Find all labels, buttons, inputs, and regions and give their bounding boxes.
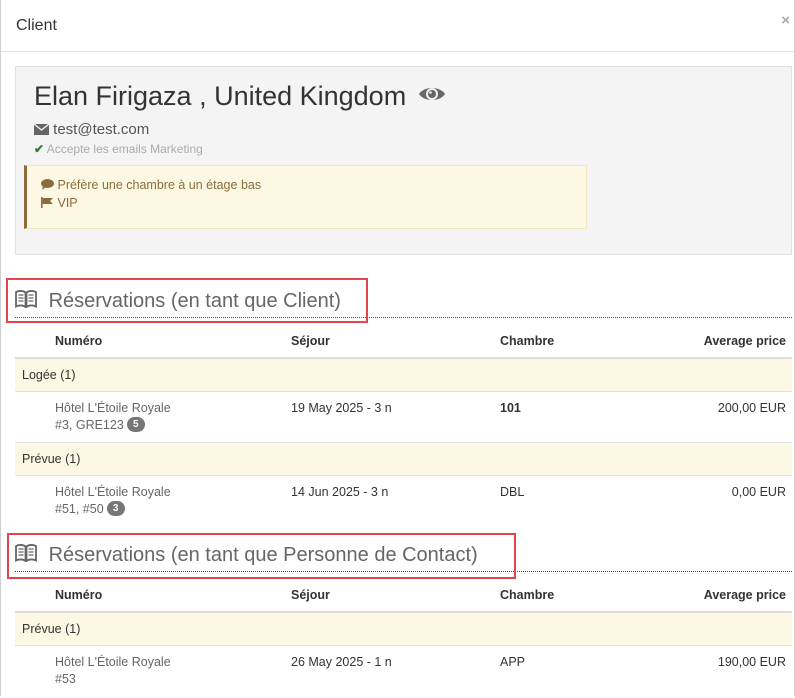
average-price: 200,00 EUR [717,401,786,415]
col-sejour[interactable]: Séjour [291,588,330,602]
note-vip: VIP [41,196,78,210]
highlight-box [6,278,368,323]
stay-dates: 14 Jun 2025 - 3 n [291,485,389,499]
reservation-number[interactable]: Hôtel L'Étoile Royale #51, #50 3 [55,485,171,517]
comment-icon [41,178,57,192]
stay-dates: 19 May 2025 - 3 n [291,401,392,415]
count-badge: 3 [106,501,125,517]
envelope-icon [33,121,53,138]
room: DBL [500,485,525,499]
reservation-ref[interactable]: #53 [55,672,76,686]
note-text: Préfère une chambre à un étage bas [57,178,262,192]
flag-icon [41,196,57,210]
modal-header: Client × [1,0,794,52]
client-panel: Elan Firigaza , United Kingdom test@test… [15,66,792,255]
table-row[interactable]: Hôtel L'Étoile Royale #53 26 May 2025 - … [15,646,792,698]
reservation-number[interactable]: Hôtel L'Étoile Royale #3, GRE123 5 [55,401,171,433]
client-modal: Client × Elan Firigaza , United Kingdom [0,0,795,696]
hotel-name[interactable]: Hôtel L'Étoile Royale [55,485,171,499]
col-sejour[interactable]: Séjour [291,334,330,348]
modal-title: Client [16,17,57,34]
eye-icon[interactable] [418,79,446,110]
table-row[interactable]: Hôtel L'Étoile Royale #3, GRE123 5 19 May… [15,392,792,443]
reservations-table-contact: Numéro Séjour Chambre Average price Prév… [15,580,792,698]
room: 101 [500,401,521,415]
reservation-ref[interactable]: #3, GRE123 [55,418,124,432]
room: APP [500,655,526,669]
hotel-name[interactable]: Hôtel L'Étoile Royale [55,401,171,415]
reservation-ref[interactable]: #51, #50 [55,502,104,516]
table-header: Numéro Séjour Chambre Average price [15,580,792,613]
stay-dates: 26 May 2025 - 1 n [291,655,392,669]
group-row-prevue: Prévue (1) [15,613,792,646]
average-price: 190,00 EUR [717,655,786,669]
client-name-text: Elan Firigaza , United Kingdom [34,81,407,111]
email-row: test@test.com [33,121,149,138]
group-label: Prévue (1) [22,452,81,466]
col-chambre[interactable]: Chambre [500,334,554,348]
col-price[interactable]: Average price [704,334,786,348]
reservations-table-client: Numéro Séjour Chambre Average price Logé… [15,326,792,528]
group-row-logee: Logée (1) [15,359,792,392]
highlight-box [7,533,516,579]
count-badge: 5 [126,417,145,433]
average-price: 0,00 EUR [731,485,786,499]
marketing-consent: Accepte les emails Marketing [46,142,203,156]
client-email[interactable]: test@test.com [53,121,149,138]
client-notes: Préfère une chambre à un étage bas VIP [24,165,587,229]
reservation-number[interactable]: Hôtel L'Étoile Royale #53 [55,655,171,686]
check-icon: ✔ [34,142,45,156]
col-numero[interactable]: Numéro [55,588,102,602]
note-text: VIP [57,196,78,210]
table-header: Numéro Séjour Chambre Average price [15,326,792,359]
col-numero[interactable]: Numéro [55,334,102,348]
table-row[interactable]: Hôtel L'Étoile Royale #51, #50 3 14 Jun 2… [15,476,792,528]
group-label: Prévue (1) [22,622,81,636]
marketing-row: ✔ Accepte les emails Marketing [34,142,203,156]
col-price[interactable]: Average price [704,588,786,602]
note-preference: Préfère une chambre à un étage bas [41,178,261,192]
col-chambre[interactable]: Chambre [500,588,554,602]
client-name: Elan Firigaza , United Kingdom [34,81,446,113]
group-label: Logée (1) [22,368,76,382]
hotel-name[interactable]: Hôtel L'Étoile Royale [55,655,171,669]
group-row-prevue: Prévue (1) [15,443,792,476]
close-button[interactable]: × [781,12,790,29]
